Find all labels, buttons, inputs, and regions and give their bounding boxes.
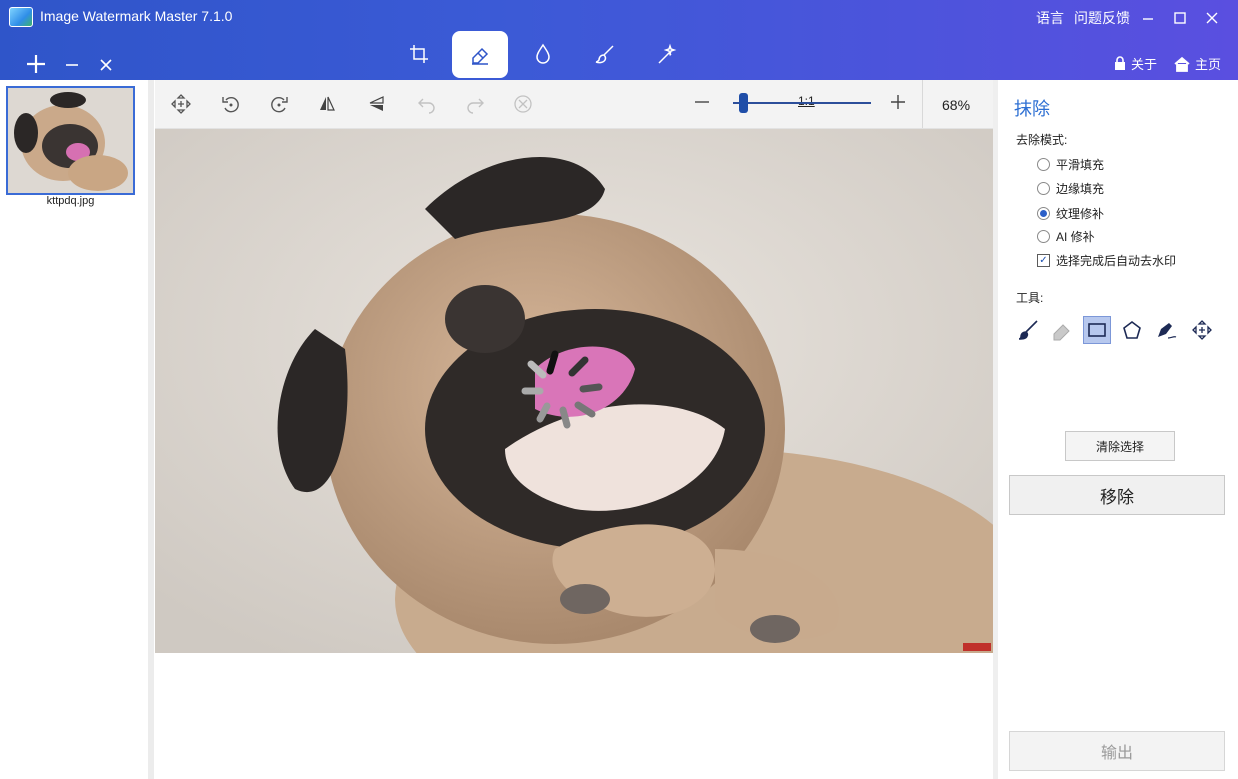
- crop-icon: [410, 45, 428, 63]
- home-button[interactable]: 主页: [1173, 54, 1221, 73]
- undo-icon: [418, 98, 435, 114]
- erase-settings-panel: [998, 80, 1238, 779]
- tab-magic[interactable]: [639, 30, 695, 78]
- magic-wand-icon: [658, 43, 677, 64]
- plus-icon: [27, 55, 45, 73]
- move-icon: [171, 94, 191, 114]
- move-tool-button[interactable]: [1188, 316, 1216, 344]
- pen-tool-button[interactable]: [1152, 316, 1180, 344]
- minus-icon: [695, 101, 709, 103]
- remove-button[interactable]: 移除: [1009, 475, 1225, 515]
- mode-option-edge[interactable]: 边缘填充: [1037, 180, 1104, 197]
- polygon-icon: [1123, 321, 1141, 339]
- working-image[interactable]: [155, 129, 993, 653]
- rotate-right-button[interactable]: [255, 80, 303, 128]
- zoom-in-button[interactable]: [886, 90, 910, 114]
- mode-option-label: AI 修补: [1056, 230, 1095, 244]
- checkbox-checked-icon[interactable]: ✓: [1037, 254, 1050, 267]
- minimize-icon: [1143, 18, 1153, 20]
- brush-icon: [595, 45, 614, 64]
- brush-tool-button[interactable]: [1014, 316, 1042, 344]
- undo-button[interactable]: [403, 80, 451, 128]
- mode-option-smooth[interactable]: 平滑填充: [1037, 156, 1104, 173]
- flip-horizontal-icon: [320, 96, 335, 111]
- eraser-icon: [1053, 324, 1070, 341]
- flip-vertical-icon: [369, 96, 384, 111]
- redo-icon: [467, 98, 484, 114]
- tab-crop[interactable]: [391, 30, 447, 78]
- home-icon: [1174, 56, 1190, 72]
- mode-option-label: 平滑填充: [1056, 158, 1105, 172]
- language-link[interactable]: 语言: [1036, 8, 1064, 28]
- app-logo-icon: [9, 7, 33, 27]
- mode-option-texture[interactable]: 纹理修补: [1037, 205, 1104, 222]
- mode-option-ai[interactable]: AI 修补: [1037, 228, 1095, 245]
- file-list-scrollbar[interactable]: [148, 80, 154, 779]
- tab-watermark[interactable]: [515, 30, 571, 78]
- rotate-right-icon: [271, 97, 288, 113]
- mode-option-label: 纹理修补: [1056, 207, 1105, 221]
- actual-size-button[interactable]: 1:1: [798, 94, 815, 108]
- thumbnail-filename: kttpdq.jpg: [46, 195, 95, 207]
- about-button[interactable]: 关于: [1113, 54, 1157, 73]
- auto-remove-label: 选择完成后自动去水印: [1056, 254, 1177, 268]
- redo-button[interactable]: [451, 80, 499, 128]
- tools-label: 工具:: [1016, 291, 1044, 305]
- image-thumbnail[interactable]: [6, 86, 135, 195]
- maximize-icon: [1174, 12, 1186, 24]
- radio-icon[interactable]: [1037, 230, 1050, 243]
- edit-toolbar: 1:1: [155, 80, 993, 129]
- cancel-button[interactable]: [499, 80, 547, 128]
- eraser-icon: [472, 47, 489, 65]
- rotate-left-icon: [222, 97, 239, 113]
- move-icon: [1192, 320, 1212, 340]
- eraser-tool-button[interactable]: [1048, 316, 1076, 344]
- pug-photo-image: [155, 129, 993, 653]
- close-button[interactable]: [1203, 9, 1221, 27]
- cancel-circle-icon: [514, 95, 532, 113]
- auto-remove-checkbox-row[interactable]: ✓ 选择完成后自动去水印: [1037, 252, 1176, 269]
- close-icon: [1206, 12, 1218, 24]
- minus-icon: [66, 64, 78, 66]
- zoom-slider-track[interactable]: [733, 102, 871, 104]
- pen-icon: [1158, 323, 1177, 339]
- polygon-tool-button[interactable]: [1118, 316, 1146, 344]
- about-label: 关于: [1131, 57, 1158, 72]
- move-tool-button[interactable]: [157, 80, 205, 128]
- tab-erase[interactable]: [452, 31, 508, 78]
- tab-brush[interactable]: [577, 30, 633, 78]
- radio-icon[interactable]: [1037, 158, 1050, 171]
- radio-selected-icon[interactable]: [1037, 207, 1050, 220]
- close-icon: [100, 59, 112, 71]
- panel-title: 抹除: [1014, 99, 1050, 119]
- plus-icon: [891, 95, 905, 109]
- pug-thumbnail-image: [8, 88, 133, 193]
- brush-icon: [1018, 320, 1038, 340]
- flip-horizontal-button[interactable]: [303, 80, 351, 128]
- zoom-out-button[interactable]: [690, 90, 714, 114]
- add-image-button[interactable]: [24, 52, 48, 76]
- feedback-link[interactable]: 问题反馈: [1074, 8, 1130, 28]
- export-button[interactable]: 输出: [1009, 731, 1225, 771]
- rotate-left-button[interactable]: [207, 80, 255, 128]
- remove-image-button[interactable]: [62, 52, 82, 76]
- mode-option-label: 边缘填充: [1056, 182, 1105, 196]
- maximize-button[interactable]: [1171, 9, 1189, 27]
- radio-icon[interactable]: [1037, 182, 1050, 195]
- rectangle-tool-button[interactable]: [1083, 316, 1111, 344]
- minimize-button[interactable]: [1139, 9, 1157, 27]
- removal-mode-label: 去除模式:: [1016, 133, 1068, 147]
- title-bar: Image Watermark Master 7.1.0 语言 问题反馈 关于: [0, 0, 1238, 80]
- zoom-slider-handle[interactable]: [738, 93, 748, 113]
- toolbar-divider: [922, 80, 923, 128]
- flip-vertical-button[interactable]: [353, 80, 401, 128]
- lock-icon: [1115, 56, 1125, 70]
- zoom-level-readout: 68%: [942, 97, 971, 113]
- clear-selection-button[interactable]: 清除选择: [1065, 431, 1175, 461]
- drop-icon: [536, 43, 550, 64]
- app-title: Image Watermark Master 7.1.0: [40, 8, 233, 24]
- home-label: 主页: [1195, 57, 1222, 72]
- clear-images-button[interactable]: [96, 52, 116, 76]
- rectangle-select-icon: [1088, 323, 1106, 337]
